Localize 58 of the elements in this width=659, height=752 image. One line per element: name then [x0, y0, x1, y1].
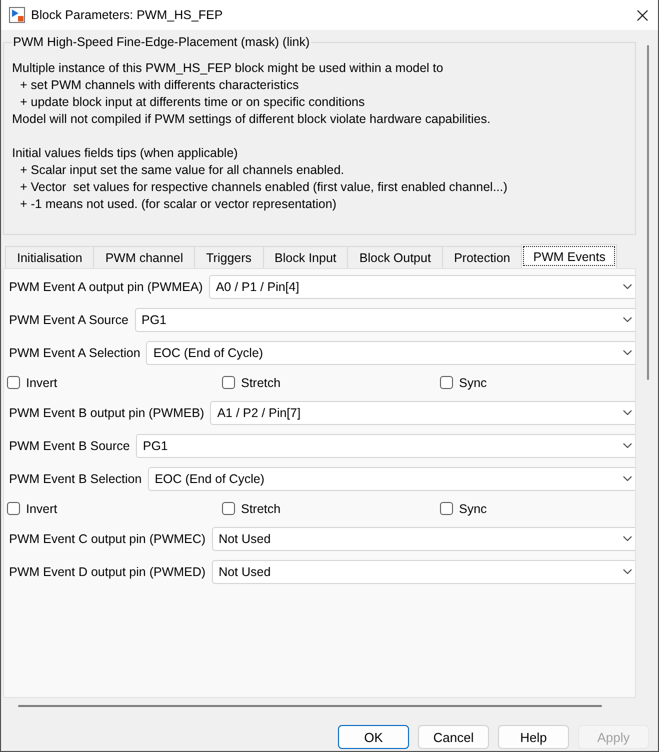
field-label: PWM Event B output pin (PWMEB)	[9, 406, 204, 420]
checkbox[interactable]	[440, 376, 453, 389]
field-label: PWM Event A output pin (PWMEA)	[9, 280, 203, 294]
close-icon[interactable]	[637, 10, 648, 20]
tab[interactable]: Triggers	[194, 246, 264, 268]
description-line: Model will not compiled if PWM settings of different block violate hardware capabilities.	[12, 111, 492, 128]
window-title: Block Parameters: PWM_HS_FEP	[31, 8, 223, 22]
caret-icon	[623, 317, 632, 322]
description-line: + Scalar input set the same value for all channels enabled.	[19, 162, 346, 179]
description-line: + Vector set values for respective channels enabled (first value, first enabled channel...)	[19, 179, 508, 196]
tab[interactable]: PWM Events	[521, 244, 618, 268]
description-line: + -1 means not used. (for scalar or vector representation)	[19, 196, 338, 213]
field-label: PWM Event C output pin (PWMEC)	[9, 532, 206, 546]
field-label: PWM Event A Source	[9, 312, 128, 326]
description-line: Multiple instance of this PWM_HS_FEP block might be used within a model to	[12, 60, 444, 77]
caret-icon	[623, 284, 632, 289]
field-label: PWM Event B Selection	[9, 472, 142, 486]
group-title: PWM High-Speed Fine-Edge-Placement (mask) (link)	[12, 34, 311, 51]
description-line: + set PWM channels with differents characteristics	[19, 77, 300, 94]
checkbox-label: Sync	[459, 502, 487, 516]
tab[interactable]: Block Output	[347, 246, 443, 268]
checkbox-label: Invert	[26, 376, 58, 390]
caret-icon	[623, 410, 632, 415]
scrollbar-thumb[interactable]	[647, 45, 649, 380]
caret-icon	[623, 536, 632, 541]
checkbox[interactable]	[440, 502, 453, 515]
dropdown[interactable]: EOC (End of Cycle)	[146, 340, 635, 364]
caret-icon	[623, 569, 632, 574]
dropdown[interactable]: EOC (End of Cycle)	[148, 466, 635, 490]
description-line: Initial values fields tips (when applicable)	[12, 145, 239, 162]
dialog-button[interactable]: OK	[338, 725, 409, 749]
checkbox-label: Stretch	[241, 502, 281, 516]
checkbox-label: Invert	[26, 502, 58, 516]
checkbox-label: Sync	[459, 376, 487, 390]
dropdown[interactable]: Not Used	[212, 526, 635, 550]
caret-icon	[623, 350, 632, 355]
caret-icon	[623, 443, 632, 448]
dropdown[interactable]: A0 / P1 / Pin[4]	[208, 274, 635, 298]
field-label: PWM Event B Source	[9, 438, 130, 452]
dropdown[interactable]: Not Used	[212, 560, 635, 584]
app-icon	[9, 7, 25, 23]
checkbox[interactable]	[7, 502, 20, 515]
dropdown[interactable]: PG1	[136, 434, 635, 458]
checkbox-label: Stretch	[241, 376, 281, 390]
tab[interactable]: Initialisation	[5, 246, 94, 268]
dialog-button[interactable]: Help	[498, 725, 569, 749]
dialog-button[interactable]: Cancel	[418, 725, 489, 749]
checkbox[interactable]	[222, 502, 235, 515]
tab[interactable]: Block Input	[262, 246, 348, 268]
field-label: PWM Event D output pin (PWMED)	[9, 564, 206, 578]
caret-icon	[623, 476, 632, 481]
dropdown[interactable]: A1 / P2 / Pin[7]	[210, 400, 635, 424]
field-label: PWM Event A Selection	[9, 346, 140, 360]
dropdown[interactable]: PG1	[134, 308, 635, 332]
checkbox[interactable]	[222, 376, 235, 389]
scrollbar-thumb[interactable]	[18, 705, 602, 707]
description-line: + update block input at differents time or on specific conditions	[19, 94, 366, 111]
checkbox[interactable]	[7, 376, 20, 389]
